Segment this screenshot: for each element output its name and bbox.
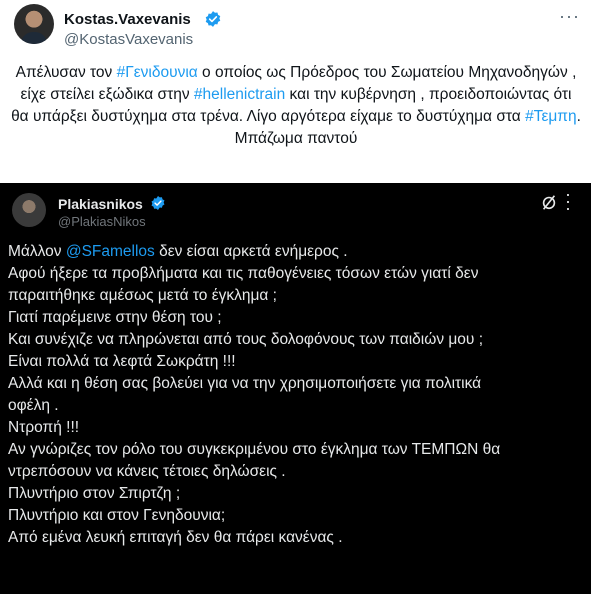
reply-line: Αφού ήξερε τα προβλήματα και τις παθογέν… — [8, 265, 479, 282]
mention-link: @SFamellos — [65, 243, 155, 260]
author-avatar[interactable] — [14, 4, 54, 44]
reply-line: Πλυντήριο στον Σπιρτζη ; — [8, 485, 181, 502]
quoted-author-avatar — [12, 193, 46, 227]
author-name[interactable]: Kostas.Vaxevanis — [64, 11, 191, 28]
hashtag-link[interactable]: #hellenictrain — [194, 86, 285, 103]
reply-line: οφέλη . — [8, 397, 59, 414]
verified-badge-icon — [151, 196, 165, 210]
reply-line: Από εμένα λευκή επιταγή δεν θα πάρει καν… — [8, 529, 343, 546]
reply-line: Αλλά και η θέση σας βολεύει για να την χ… — [8, 375, 482, 392]
verified-badge-icon — [205, 11, 221, 27]
reply-line: Ντροπή !!! — [8, 419, 80, 436]
reply-text: δεν είσαι αρκετά ενήμερος . — [154, 243, 348, 260]
author-handle[interactable]: @KostasVaxevanis — [64, 31, 193, 48]
more-options-icon: · · · — [565, 184, 571, 218]
quoted-author-handle: @PlakiasNikos — [58, 214, 146, 229]
reply-line: παραιτήθηκε αμέσως μετά το έγκλημα ; — [8, 287, 277, 304]
tweet-text: Απέλυσαν τον #Γενιδουνια ο οποίος ως Πρό… — [10, 62, 582, 150]
reply-line: Είναι πολλά τα λεφτά Σωκράτη !!! — [8, 353, 236, 370]
reply-text: Μάλλον — [8, 243, 66, 260]
reply-line: Και συνέχιζε να πληρώνεται από τους δολο… — [8, 331, 484, 348]
reply-line: ντρεπόσουν να κάνεις τέτοιες δηλώσεις . — [8, 463, 286, 480]
reply-line: Γιατί παρέμεινε στην θέση του ; — [8, 309, 222, 326]
reply-line: Αν γνώριζες τον ρόλο του συγκεκριμένου σ… — [8, 441, 501, 458]
tweet-text-part: Απέλυσαν τον — [15, 64, 117, 81]
reply-line: Μάλλον @SFamellos δεν είσαι αρκετά ενήμε… — [8, 241, 583, 263]
hashtag-link[interactable]: #Γενιδουνια — [117, 64, 198, 81]
more-options-icon[interactable]: ··· — [559, 6, 580, 27]
edit-slash-icon — [542, 195, 556, 210]
quoted-reply-text: Μάλλον @SFamellos δεν είσαι αρκετά ενήμε… — [8, 241, 583, 549]
reply-line: Πλυντήριο και στον Γενηδουνια; — [8, 507, 226, 524]
hashtag-link[interactable]: #Τεμπη — [525, 108, 577, 125]
quoted-author-name: Plakiasnikos — [58, 196, 143, 212]
attached-screenshot-image[interactable]: Plakiasnikos @PlakiasNikos · · · Μάλλον @S… — [0, 183, 591, 594]
tweet-header: Kostas.Vaxevanis @KostasVaxevanis ··· — [14, 4, 584, 48]
